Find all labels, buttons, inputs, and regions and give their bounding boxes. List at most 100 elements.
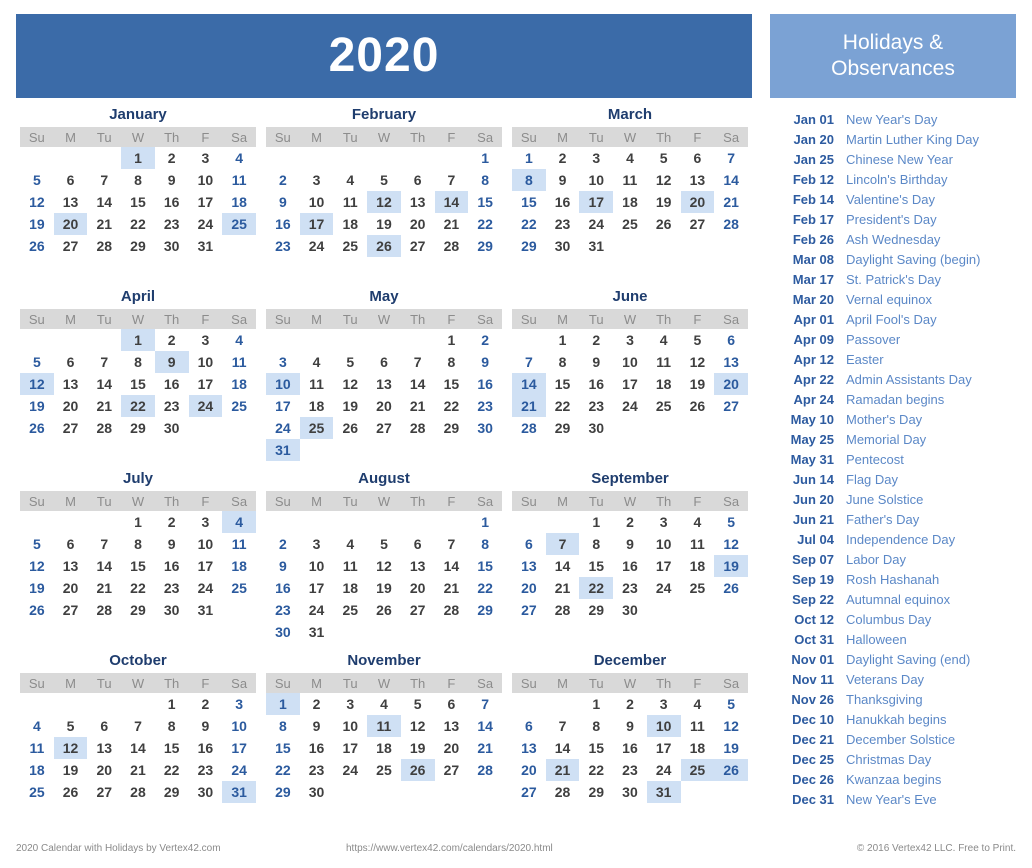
- day-cell: 15: [130, 558, 146, 574]
- day-cell: 28: [554, 602, 571, 618]
- week-row: 15 16 17 18 19 20 21: [512, 191, 748, 213]
- weekday-header-w: W: [121, 127, 155, 147]
- day-cell-empty: [333, 511, 367, 533]
- day-cell: 12: [29, 194, 45, 210]
- day-cell-empty: [20, 329, 54, 351]
- holiday-row: Mar 08 Daylight Saving (begin): [784, 252, 1016, 272]
- day-cell: 30: [163, 420, 180, 436]
- day-cell: 6: [693, 150, 702, 166]
- day-cell: 8: [481, 536, 489, 552]
- holiday-row: Jul 04 Independence Day: [784, 532, 1016, 552]
- day-cell: 26: [29, 602, 45, 618]
- day-cell: 14: [477, 718, 493, 734]
- calendar-page: 2020 January Su M Tu W Th F Sa 1 2 3 4 5 6 7 8 9 10 11 12 13…: [0, 0, 1032, 868]
- day-cell: 16: [308, 740, 325, 756]
- day-cell-empty: [300, 329, 334, 351]
- day-cell: 3: [626, 332, 634, 348]
- holiday-name: New Year's Eve: [846, 792, 937, 807]
- week-row: 1 2 3 4 5: [512, 693, 748, 715]
- day-cell-empty: [367, 511, 401, 533]
- holiday-row: Jan 20 Martin Luther King Day: [784, 132, 1016, 152]
- holiday-date: Dec 25: [792, 752, 834, 767]
- week-row: 29 30 31: [512, 235, 748, 257]
- day-cell: 8: [592, 718, 601, 734]
- day-cell: 8: [134, 354, 142, 370]
- day-cell: 5: [380, 172, 388, 188]
- day-cell: 24: [655, 762, 672, 778]
- day-cell: 18: [342, 216, 359, 232]
- day-cell: 17: [197, 194, 214, 210]
- weekday-header-row: Su M Tu W Th F Sa: [266, 491, 502, 511]
- day-cell: 17: [197, 376, 214, 392]
- holiday-date: May 25: [790, 432, 834, 447]
- day-cell: 21: [443, 580, 460, 596]
- holiday-name: Independence Day: [846, 532, 956, 547]
- day-cell: 10: [655, 536, 672, 552]
- day-cell: 21: [443, 216, 460, 232]
- holiday-date: Apr 24: [793, 392, 834, 407]
- day-cell: 7: [481, 696, 489, 712]
- day-cell: 30: [275, 624, 291, 640]
- month-table: Su M Tu W Th F Sa 1 2 3 4 5 6 7 8 9 10 11 12 13 14 15 16 17 18 19…: [20, 673, 256, 803]
- day-cell-empty: [54, 147, 88, 169]
- day-cell: 13: [96, 740, 113, 756]
- day-cell: 19: [376, 216, 392, 232]
- day-cell-empty: [266, 147, 300, 169]
- holiday-name: Pentecost: [846, 452, 904, 467]
- day-cell: 11: [367, 715, 401, 737]
- day-cell-empty: [367, 621, 401, 643]
- week-row: 27 28 29 30: [512, 599, 748, 621]
- weekday-header-f: F: [434, 673, 469, 693]
- weekday-header-m: M: [299, 127, 334, 147]
- day-cell: 31: [222, 781, 256, 803]
- holiday-row: Dec 26 Kwanzaa begins: [784, 772, 1016, 792]
- weekday-header-w: W: [367, 309, 401, 329]
- day-cell: 21: [723, 194, 739, 210]
- holiday-row: Dec 10 Hanukkah begins: [784, 712, 1016, 732]
- day-cell: 10: [342, 718, 359, 734]
- month-table: Su M Tu W Th F Sa 1 2 3 4 5 6 7 8 9 10 11 12 13 14 15 16 17 18 19…: [266, 127, 502, 257]
- week-row: 5 6 7 8 9 10 11: [20, 533, 256, 555]
- holiday-name: December Solstice: [846, 732, 956, 747]
- weekday-header-row: Su M Tu W Th F Sa: [20, 491, 256, 511]
- holidays-title-line2: Observances: [831, 57, 955, 80]
- day-cell: 29: [588, 602, 605, 618]
- holiday-row: Apr 09 Passover: [784, 332, 1016, 352]
- day-cell: 29: [130, 420, 146, 436]
- day-cell: 1: [592, 514, 601, 530]
- month-title: September: [591, 470, 669, 487]
- month-title: October: [109, 652, 167, 669]
- holiday-list: Jan 01 New Year's Day Jan 20 Martin Luther …: [770, 112, 1016, 812]
- day-cell: 26: [62, 784, 79, 800]
- holiday-date: Jun 20: [792, 492, 834, 507]
- day-cell: 20: [714, 373, 748, 395]
- day-cell: 30: [622, 602, 638, 618]
- day-cell: 19: [376, 580, 392, 596]
- day-cell: 25: [231, 580, 247, 596]
- week-row: 19 20 21 22 23 24 25: [20, 395, 256, 417]
- week-row: 14 15 16 17 18 19 20: [512, 373, 748, 395]
- day-cell: 25: [376, 762, 392, 778]
- day-cell-empty: [367, 781, 401, 803]
- day-cell: 27: [723, 398, 739, 414]
- day-cell: 11: [309, 376, 324, 392]
- day-cell: 23: [308, 762, 325, 778]
- day-cell: 3: [201, 150, 210, 166]
- day-cell: 27: [409, 238, 426, 254]
- day-cell: 9: [278, 558, 287, 574]
- day-cell-empty: [121, 693, 155, 715]
- week-row: 12 13 14 15 16 17 18: [20, 373, 256, 395]
- holiday-row: Apr 22 Admin Assistants Day: [784, 372, 1016, 392]
- day-cell-empty: [401, 781, 435, 803]
- weekday-header-th: Th: [154, 673, 189, 693]
- day-cell: 17: [579, 191, 614, 213]
- holiday-date: Jun 14: [792, 472, 834, 487]
- day-cell: 23: [554, 216, 571, 232]
- holiday-name: Flag Day: [846, 472, 899, 487]
- day-cell: 3: [346, 696, 355, 712]
- footer-url: https://www.vertex42.com/calendars/2020.…: [346, 843, 553, 854]
- holiday-date: Oct 12: [794, 612, 834, 627]
- day-cell: 20: [680, 191, 715, 213]
- day-cell: 6: [413, 172, 422, 188]
- day-cell-empty: [87, 693, 121, 715]
